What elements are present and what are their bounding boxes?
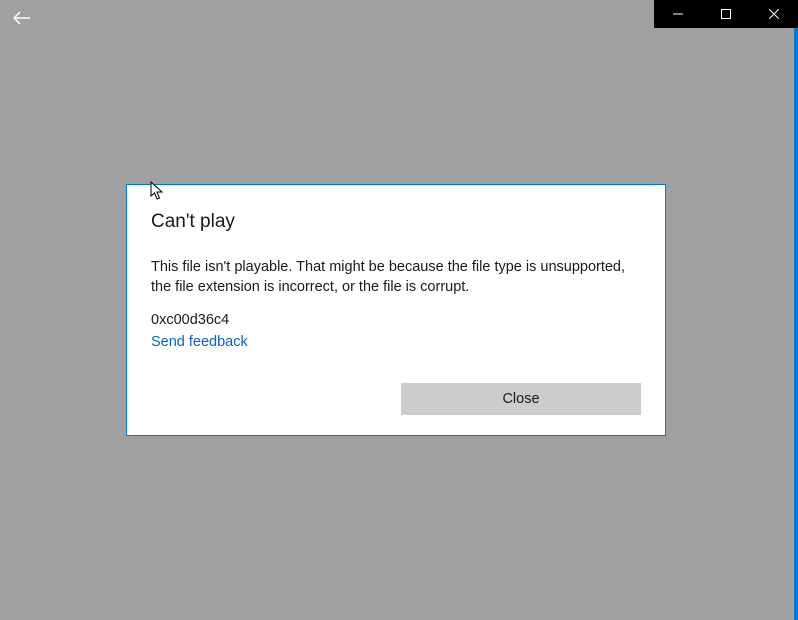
close-window-button[interactable] [750,0,798,28]
minimize-button[interactable] [654,0,702,28]
dialog-actions: Close [151,383,641,415]
back-button[interactable] [6,4,38,32]
window-accent-border [794,28,798,620]
dialog-title: Can't play [151,211,641,233]
send-feedback-link[interactable]: Send feedback [151,334,641,350]
dialog-message: This file isn't playable. That might be … [151,257,641,298]
minimize-icon [673,9,683,19]
error-code: 0xc00d36c4 [151,312,641,328]
maximize-icon [721,9,731,19]
maximize-button[interactable] [702,0,750,28]
back-arrow-icon [13,11,31,25]
window-titlebar-controls [654,0,798,28]
error-dialog: Can't play This file isn't playable. Tha… [126,184,666,436]
close-icon [769,9,779,19]
close-button[interactable]: Close [401,383,641,415]
